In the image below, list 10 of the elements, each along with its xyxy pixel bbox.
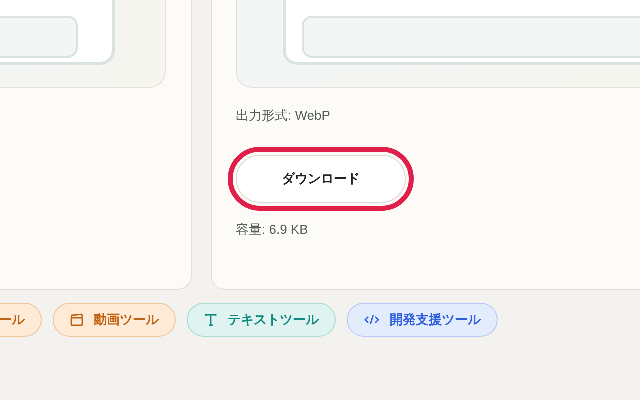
tool-chip[interactable]: 動画ツール bbox=[53, 303, 176, 337]
code-icon bbox=[364, 314, 380, 326]
download-button[interactable]: ダウンロード bbox=[236, 155, 406, 203]
tool-chip[interactable]: ール bbox=[0, 303, 42, 337]
clapperboard-icon bbox=[70, 313, 84, 327]
output-format: 出力形式: WebP bbox=[236, 107, 332, 125]
file-size: 容量: 6.9 KB bbox=[236, 221, 310, 239]
tool-chip[interactable]: テキストツール bbox=[187, 303, 336, 337]
text-icon bbox=[204, 313, 218, 327]
tool-chip[interactable]: 開発支援ツール bbox=[347, 303, 498, 337]
